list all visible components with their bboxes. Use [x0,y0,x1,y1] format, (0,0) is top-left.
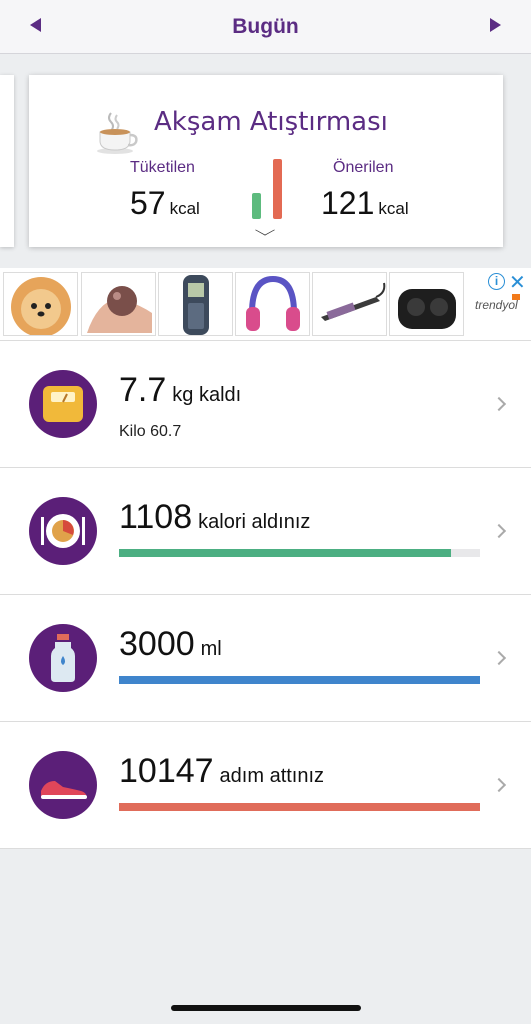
steps-suffix: adım attınız [219,765,325,787]
daily-summary: 7.7 kg kaldı Kilo 60.7 1108 kalori aldınız [0,340,531,849]
consumed-number: 57 [130,185,166,221]
recommended-label: Önerilen [333,159,394,176]
steps-value: 10147 adım attınız [119,752,324,791]
consumed-value: 57 kcal [130,185,200,222]
left-triangle-icon[interactable] [30,18,41,32]
ad-brand: trendyol [475,298,518,312]
ad-close-icon[interactable]: ✕ [509,270,526,295]
home-indicator[interactable] [171,1005,361,1011]
consumed-bar [252,193,261,219]
water-progress-fill [119,676,480,684]
water-progress-track [119,676,480,684]
calories-number: 1108 [119,498,193,536]
water-bottle-icon [29,624,97,692]
chevron-right-icon[interactable] [491,777,507,793]
earbuds-ad[interactable] [389,272,464,336]
consumed-label: Tüketilen [130,159,195,176]
date-title: Bugün [232,14,299,38]
headphones-ad[interactable] [235,272,310,336]
calories-progress-track [119,549,480,557]
weight-row[interactable]: 7.7 kg kaldı Kilo 60.7 [0,341,531,468]
steps-row[interactable]: 10147 adım attınız [0,722,531,849]
water-suffix: ml [200,638,222,660]
calories-row[interactable]: 1108 kalori aldınız [0,468,531,595]
consumed-unit: kcal [169,199,200,218]
chevron-right-icon[interactable] [491,396,507,412]
ad-info-icon[interactable]: i [488,273,505,290]
calories-suffix: kalori aldınız [198,511,311,533]
scale-icon [29,370,97,438]
recommended-unit: kcal [378,199,409,218]
steps-number: 10147 [119,752,214,790]
nokia-phone-ad[interactable] [158,272,233,336]
chevron-down-icon[interactable] [255,224,275,236]
calories-value: 1108 kalori aldınız [119,498,310,537]
recommended-number: 121 [321,185,375,221]
date-header: Bugün [0,0,531,54]
weight-value: 7.7 kg kaldı [119,371,241,410]
pomeranian-dog-ad[interactable] [3,272,78,336]
hair-straightener-ad[interactable] [312,272,387,336]
sneaker-icon [29,751,97,819]
water-value: 3000 ml [119,625,222,664]
crystal-ball-ad[interactable] [81,272,156,336]
water-number: 3000 [119,625,195,663]
weight-suffix: kg kaldı [172,384,242,406]
calories-progress-fill [119,549,452,557]
steps-progress-fill [119,803,480,811]
meal-title: Akşam Atıştırması [154,107,388,137]
chevron-right-icon[interactable] [491,523,507,539]
plate-icon [29,497,97,565]
ad-banner[interactable]: i ✕ trendyol [0,268,531,340]
recommended-bar [273,159,282,219]
previous-meal-card[interactable] [0,75,14,247]
recommended-value: 121 kcal [321,185,409,222]
water-row[interactable]: 3000 ml [0,595,531,722]
chevron-right-icon[interactable] [491,650,507,666]
meal-card[interactable]: Akşam Atıştırması Tüketilen 57 kcal Öneri… [29,75,503,247]
right-triangle-icon[interactable] [490,18,501,32]
meal-carousel: Akşam Atıştırması Tüketilen 57 kcal Öneri… [0,55,531,267]
weight-number: 7.7 [119,371,167,409]
steps-progress-track [119,803,480,811]
tea-cup-icon [97,112,138,154]
weight-current: Kilo 60.7 [119,423,182,440]
